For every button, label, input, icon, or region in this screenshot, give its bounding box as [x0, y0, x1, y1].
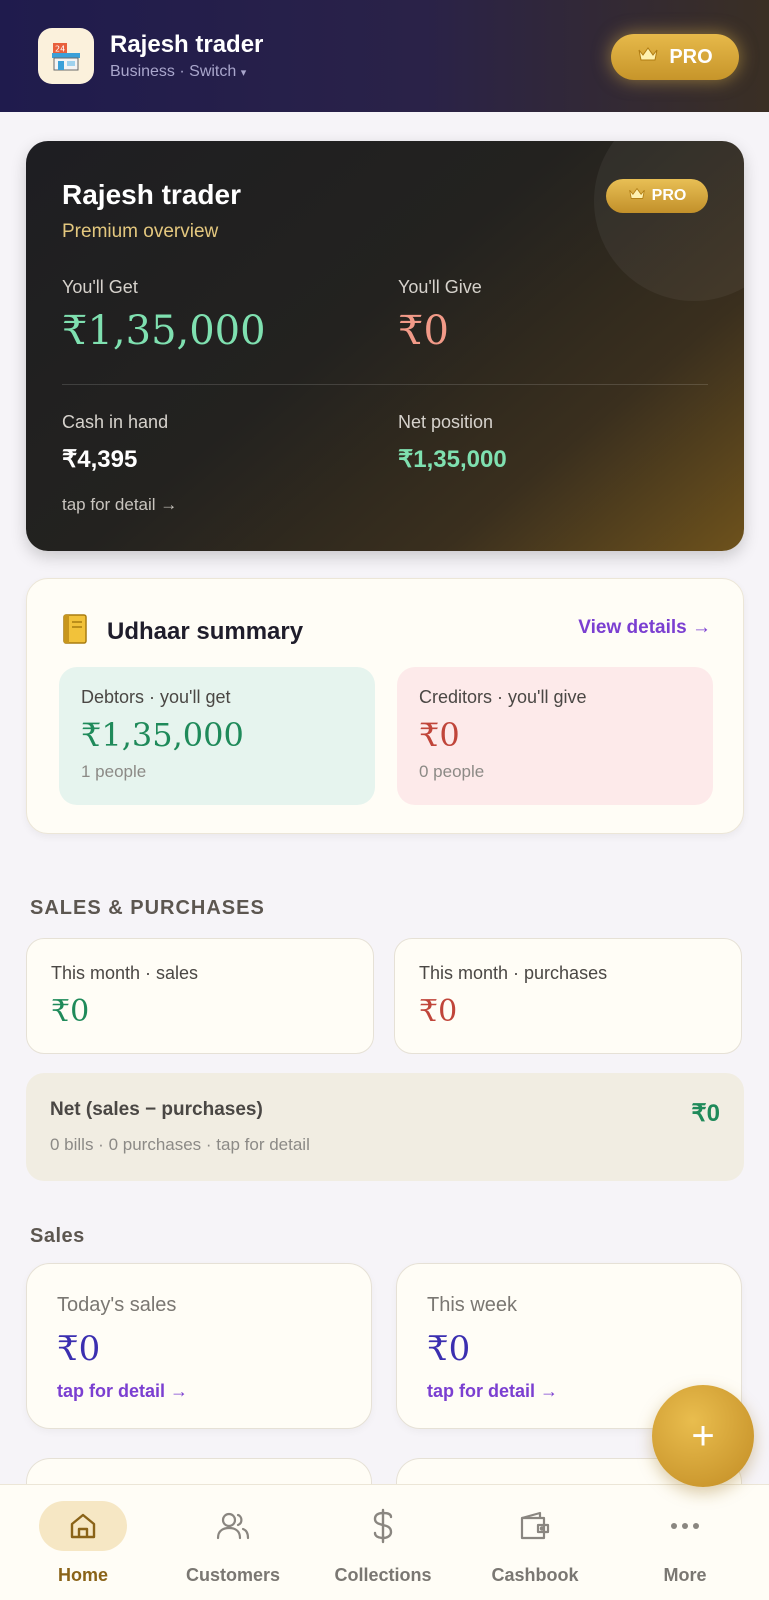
debtors-box[interactable]: Debtors · you'll get ₹1,35,000 1 people	[59, 667, 375, 805]
creditors-value: ₹0	[419, 716, 460, 754]
net-sales-purchases-card[interactable]: Net (sales − purchases) ₹0 0 bills · 0 p…	[26, 1073, 744, 1181]
creditors-box[interactable]: Creditors · you'll give ₹0 0 people	[397, 667, 713, 805]
net-position: Net position ₹1,35,000	[398, 412, 507, 474]
business-switcher[interactable]: Rajesh trader Business · Switch ▾	[110, 31, 263, 81]
todays-sales-card[interactable]: Today's sales ₹0 tap for detail →	[26, 1263, 372, 1429]
udhaar-summary-card: Udhaar summary View details → Debtors · …	[26, 578, 744, 834]
debtors-label: Debtors · you'll get	[81, 687, 231, 707]
udhaar-title: Udhaar summary	[107, 617, 304, 645]
nav-more-label: More	[663, 1565, 707, 1585]
dollar-icon	[339, 1501, 427, 1551]
youll-give: You'll Give ₹0	[398, 277, 482, 354]
store-icon[interactable]: 24	[38, 28, 94, 84]
month-purchases-card[interactable]: This month · purchases ₹0	[394, 938, 742, 1054]
business-name: Rajesh trader	[110, 31, 264, 58]
wallet-icon	[491, 1501, 579, 1551]
todays-sales-tap[interactable]: tap for detail →	[57, 1381, 341, 1402]
hero-divider	[62, 384, 708, 385]
sales-purchases-heading: SALES & PURCHASES	[30, 897, 265, 919]
youll-get-label: You'll Get	[62, 277, 138, 297]
add-button[interactable]: +	[652, 1385, 754, 1487]
youll-give-value: ₹0	[398, 308, 449, 354]
decorative-circle	[594, 141, 744, 301]
svg-text:24: 24	[55, 45, 65, 54]
pro-button[interactable]: PRO	[611, 34, 739, 80]
pro-badge: PRO	[606, 179, 708, 213]
cash-in-hand: Cash in hand ₹4,395	[62, 412, 168, 474]
this-week-label: This week	[427, 1294, 518, 1316]
ledger-icon	[61, 613, 89, 650]
hero-tap-detail[interactable]: tap for detail →	[62, 495, 177, 515]
crown-icon	[637, 45, 659, 69]
net-label: Net (sales − purchases)	[50, 1099, 263, 1120]
nav-cashbook-label: Cashbook	[491, 1565, 579, 1585]
nav-home[interactable]: Home	[8, 1501, 158, 1586]
crown-icon	[628, 186, 646, 206]
bottom-navigation: Home Customers Collections Cashbook More	[0, 1484, 769, 1600]
cash-in-hand-label: Cash in hand	[62, 412, 169, 432]
nav-collections[interactable]: Collections	[308, 1501, 458, 1586]
users-icon	[189, 1501, 277, 1551]
nav-collections-label: Collections	[334, 1565, 432, 1585]
month-sales-label: This month · sales	[51, 963, 199, 983]
nav-more[interactable]: More	[610, 1501, 760, 1586]
todays-sales-label: Today's sales	[57, 1294, 177, 1316]
net-position-label: Net position	[398, 412, 494, 432]
month-purchases-value: ₹0	[419, 994, 458, 1029]
net-subtext: 0 bills · 0 purchases · tap for detail	[50, 1135, 310, 1154]
more-icon	[641, 1501, 729, 1551]
cash-in-hand-value: ₹4,395	[62, 446, 138, 473]
pro-badge-label: PRO	[651, 187, 687, 204]
chevron-down-icon: ▾	[240, 67, 247, 79]
youll-give-label: You'll Give	[398, 277, 482, 297]
view-details-link[interactable]: View details →	[578, 617, 711, 639]
debtors-value: ₹1,35,000	[81, 716, 244, 754]
creditors-people: 0 people	[419, 762, 485, 781]
net-value: ₹0	[691, 1100, 720, 1127]
app-header: 24 Rajesh trader Business · Switch ▾ PRO	[0, 0, 769, 112]
this-week-value: ₹0	[427, 1329, 471, 1369]
youll-get-value: ₹1,35,000	[62, 308, 266, 354]
month-sales-value: ₹0	[51, 994, 90, 1029]
nav-home-label: Home	[57, 1565, 108, 1585]
home-icon	[39, 1501, 127, 1551]
sales-heading: Sales	[30, 1225, 85, 1247]
month-purchases-label: This month · purchases	[419, 963, 608, 983]
debtors-people: 1 people	[81, 762, 147, 781]
month-sales-card[interactable]: This month · sales ₹0	[26, 938, 374, 1054]
creditors-label: Creditors · you'll give	[419, 687, 587, 707]
plus-icon: +	[691, 1413, 715, 1458]
nav-customers-label: Customers	[185, 1565, 281, 1585]
business-switch-label: Business · Switch ▾	[110, 63, 247, 80]
nav-cashbook[interactable]: Cashbook	[460, 1501, 610, 1586]
youll-get: You'll Get ₹1,35,000	[62, 277, 266, 354]
nav-customers[interactable]: Customers	[158, 1501, 308, 1586]
todays-sales-value: ₹0	[57, 1329, 101, 1369]
premium-overview-card[interactable]: Rajesh trader Premium overview PRO You'l…	[26, 141, 744, 551]
net-position-value: ₹1,35,000	[398, 446, 507, 473]
pro-label: PRO	[669, 45, 713, 68]
